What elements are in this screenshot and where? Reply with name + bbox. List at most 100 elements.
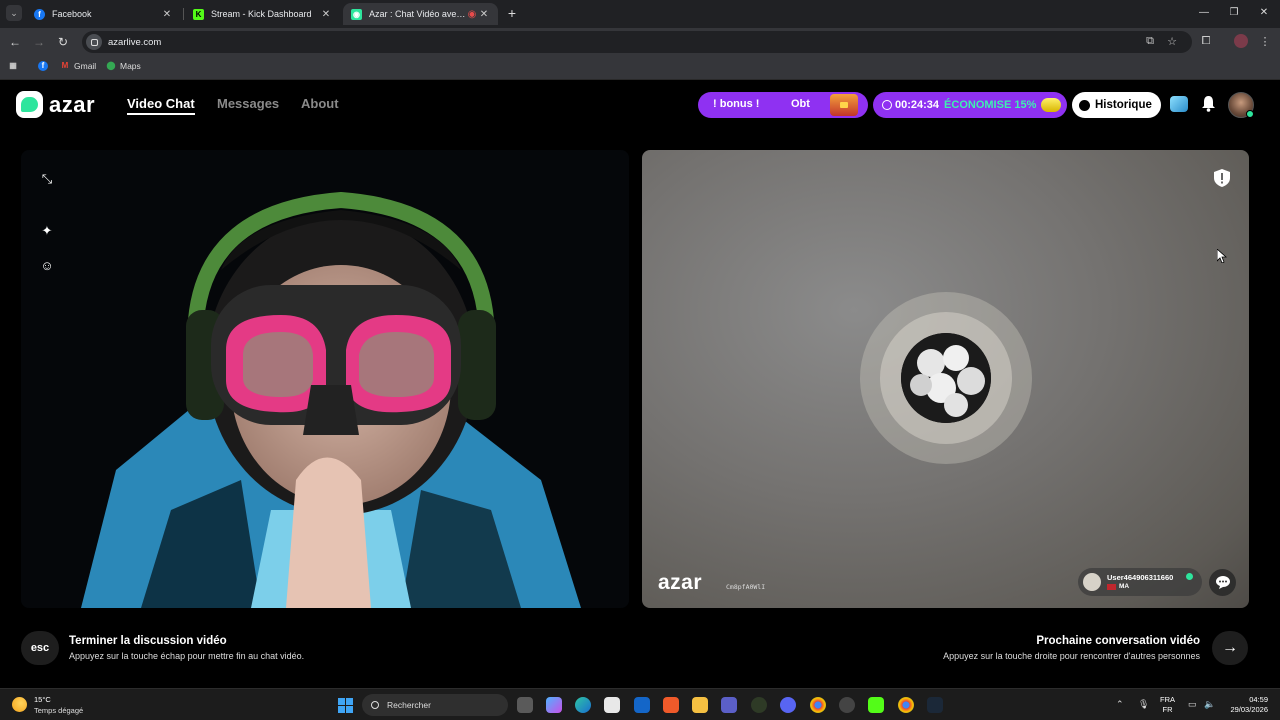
file-explorer-icon[interactable] [692, 697, 708, 713]
browser-profile-avatar[interactable] [1234, 34, 1248, 48]
bookmark-facebook[interactable]: f [38, 61, 52, 71]
report-shield-icon[interactable] [1214, 169, 1230, 187]
copilot-icon[interactable] [546, 697, 562, 713]
azar-logo-icon [16, 91, 43, 118]
close-tab-icon[interactable]: ✕ [161, 9, 173, 20]
bookmark-star-icon[interactable]: ☆ [1165, 35, 1179, 48]
chat-bubble-icon [1215, 576, 1230, 589]
outlook-icon[interactable] [634, 697, 650, 713]
address-bar[interactable]: azarlive.com [82, 31, 1192, 53]
nav-video-chat[interactable]: Video Chat [127, 96, 195, 115]
restore-icon[interactable]: ❐ [1227, 7, 1241, 18]
network-icon[interactable]: ▭ [1188, 699, 1197, 710]
timer-text: 00:24:34 [895, 99, 940, 111]
nav-messages[interactable]: Messages [217, 96, 279, 111]
store-icon[interactable] [604, 697, 620, 713]
steam-icon[interactable] [927, 697, 943, 713]
task-view-icon[interactable] [517, 697, 533, 713]
face-filter-icon[interactable]: ☺ [37, 255, 57, 275]
microphone-icon[interactable]: 🎙 [1138, 699, 1149, 710]
next-chat-button[interactable]: → [1212, 631, 1248, 665]
facebook-icon: f [38, 61, 48, 71]
country-flag-icon [1107, 584, 1116, 590]
history-button[interactable]: Historique [1072, 92, 1161, 118]
bookmark-maps[interactable]: ⬤ Maps [106, 61, 141, 71]
taskbar-search[interactable]: Rechercher [362, 694, 508, 716]
language-indicator[interactable]: FRA FR [1160, 695, 1175, 715]
tab-title: Azar : Chat Vidéo avec de n [369, 9, 466, 19]
site-info-icon[interactable] [86, 34, 102, 50]
chat-bubble-button[interactable] [1209, 569, 1236, 596]
notification-bell-icon[interactable] [1201, 95, 1216, 112]
history-clock-icon [1079, 99, 1090, 111]
bookmarks-bar: ▦ f M Gmail ⬤ Maps [0, 56, 1280, 80]
azar-watermark: azar [658, 571, 703, 594]
peer-username: User464906311660 [1107, 573, 1174, 582]
language-code: FRA [1160, 695, 1175, 704]
chrome-profile-icon[interactable] [898, 697, 914, 713]
minimize-video-icon[interactable]: ⤡ [37, 169, 57, 189]
tab-search-button[interactable]: ⌄ [6, 5, 22, 21]
peer-country-code: MA [1119, 583, 1130, 590]
kick-app-icon[interactable] [868, 697, 884, 713]
windows-taskbar: 15°C Temps dégagé Rechercher ⌃ 🎙 FRA FR … [0, 688, 1280, 720]
close-tab-icon[interactable]: ✕ [478, 9, 490, 20]
effects-wand-icon[interactable]: ✦ [37, 221, 57, 241]
tab-azar[interactable]: ◉ Azar : Chat Vidéo avec de n ◉ ✕ [343, 3, 498, 25]
app-icon-2[interactable] [839, 697, 855, 713]
close-tab-icon[interactable]: ✕ [320, 9, 332, 20]
menu-icon[interactable]: ⋮ [1258, 35, 1272, 48]
nav-about[interactable]: About [301, 96, 339, 111]
forward-icon[interactable]: → [32, 35, 46, 49]
weather-moon-icon[interactable] [12, 697, 27, 712]
gem-shop-icon[interactable] [1170, 96, 1188, 112]
search-icon [371, 701, 379, 709]
bonus-promo-banner[interactable]: ! bonus ! Obt [698, 92, 868, 118]
brave-icon[interactable] [663, 697, 679, 713]
edge-icon[interactable] [575, 697, 591, 713]
url-text: azarlive.com [108, 36, 162, 48]
mouse-cursor-icon [1217, 249, 1227, 263]
tab-facebook[interactable]: f Facebook ✕ [26, 3, 181, 25]
app-icon[interactable] [751, 697, 767, 713]
clock-date: 29/03/2026 [1230, 705, 1268, 714]
windows-start-icon[interactable] [338, 698, 353, 713]
azar-logo[interactable]: azar [16, 91, 95, 118]
peer-user-badge[interactable]: User464906311660 MA [1078, 568, 1202, 596]
recording-indicator-icon: ◉ [467, 8, 477, 20]
bookmark-label: Gmail [74, 61, 97, 71]
online-status-dot [1246, 110, 1254, 118]
extensions-icon[interactable]: ⧠ [1199, 35, 1213, 48]
tab-title: Facebook [52, 9, 92, 19]
tray-overflow-icon[interactable]: ⌃ [1116, 699, 1124, 710]
tab-title: Stream - Kick Dashboard [211, 9, 312, 19]
minimize-icon[interactable]: — [1197, 7, 1211, 18]
volume-icon[interactable]: 🔈 [1204, 699, 1215, 710]
local-video: ⤡ ✦ ☺ [21, 150, 629, 608]
chrome-icon[interactable] [810, 697, 826, 713]
history-label: Historique [1095, 99, 1152, 111]
azar-icon: ◉ [351, 8, 362, 20]
local-video-feed [21, 150, 629, 608]
new-tab-button[interactable]: + [505, 5, 519, 21]
reload-icon[interactable]: ↻ [56, 35, 70, 49]
close-window-icon[interactable]: ✕ [1257, 7, 1271, 18]
apps-grid-icon[interactable]: ▦ [8, 61, 22, 71]
keyboard-layout: FR [1162, 705, 1173, 714]
next-chat-title: Prochaine conversation vidéo [1036, 635, 1200, 647]
browser-toolbar: ← → ↻ azarlive.com ⧉ ☆ ⧠ ⋮ [0, 28, 1280, 56]
bookmark-label: Maps [120, 61, 141, 71]
tab-kick-dashboard[interactable]: K Stream - Kick Dashboard ✕ [185, 3, 340, 25]
discord-icon[interactable] [780, 697, 796, 713]
cast-icon[interactable]: ⧉ [1143, 35, 1157, 48]
weather-temperature: 15°C [34, 695, 51, 704]
treasure-chest-icon [830, 94, 858, 116]
bookmark-gmail[interactable]: M Gmail [60, 61, 97, 71]
teams-icon[interactable] [721, 697, 737, 713]
back-icon[interactable]: ← [8, 35, 22, 49]
gems-icon [1041, 98, 1062, 112]
end-chat-button[interactable]: esc [21, 631, 59, 665]
discount-timer-badge[interactable]: 00:24:34 ÉCONOMISE 15% [873, 92, 1067, 118]
system-clock[interactable]: 04:59 29/03/2026 [1230, 695, 1268, 715]
peer-profile-picture [901, 333, 991, 423]
